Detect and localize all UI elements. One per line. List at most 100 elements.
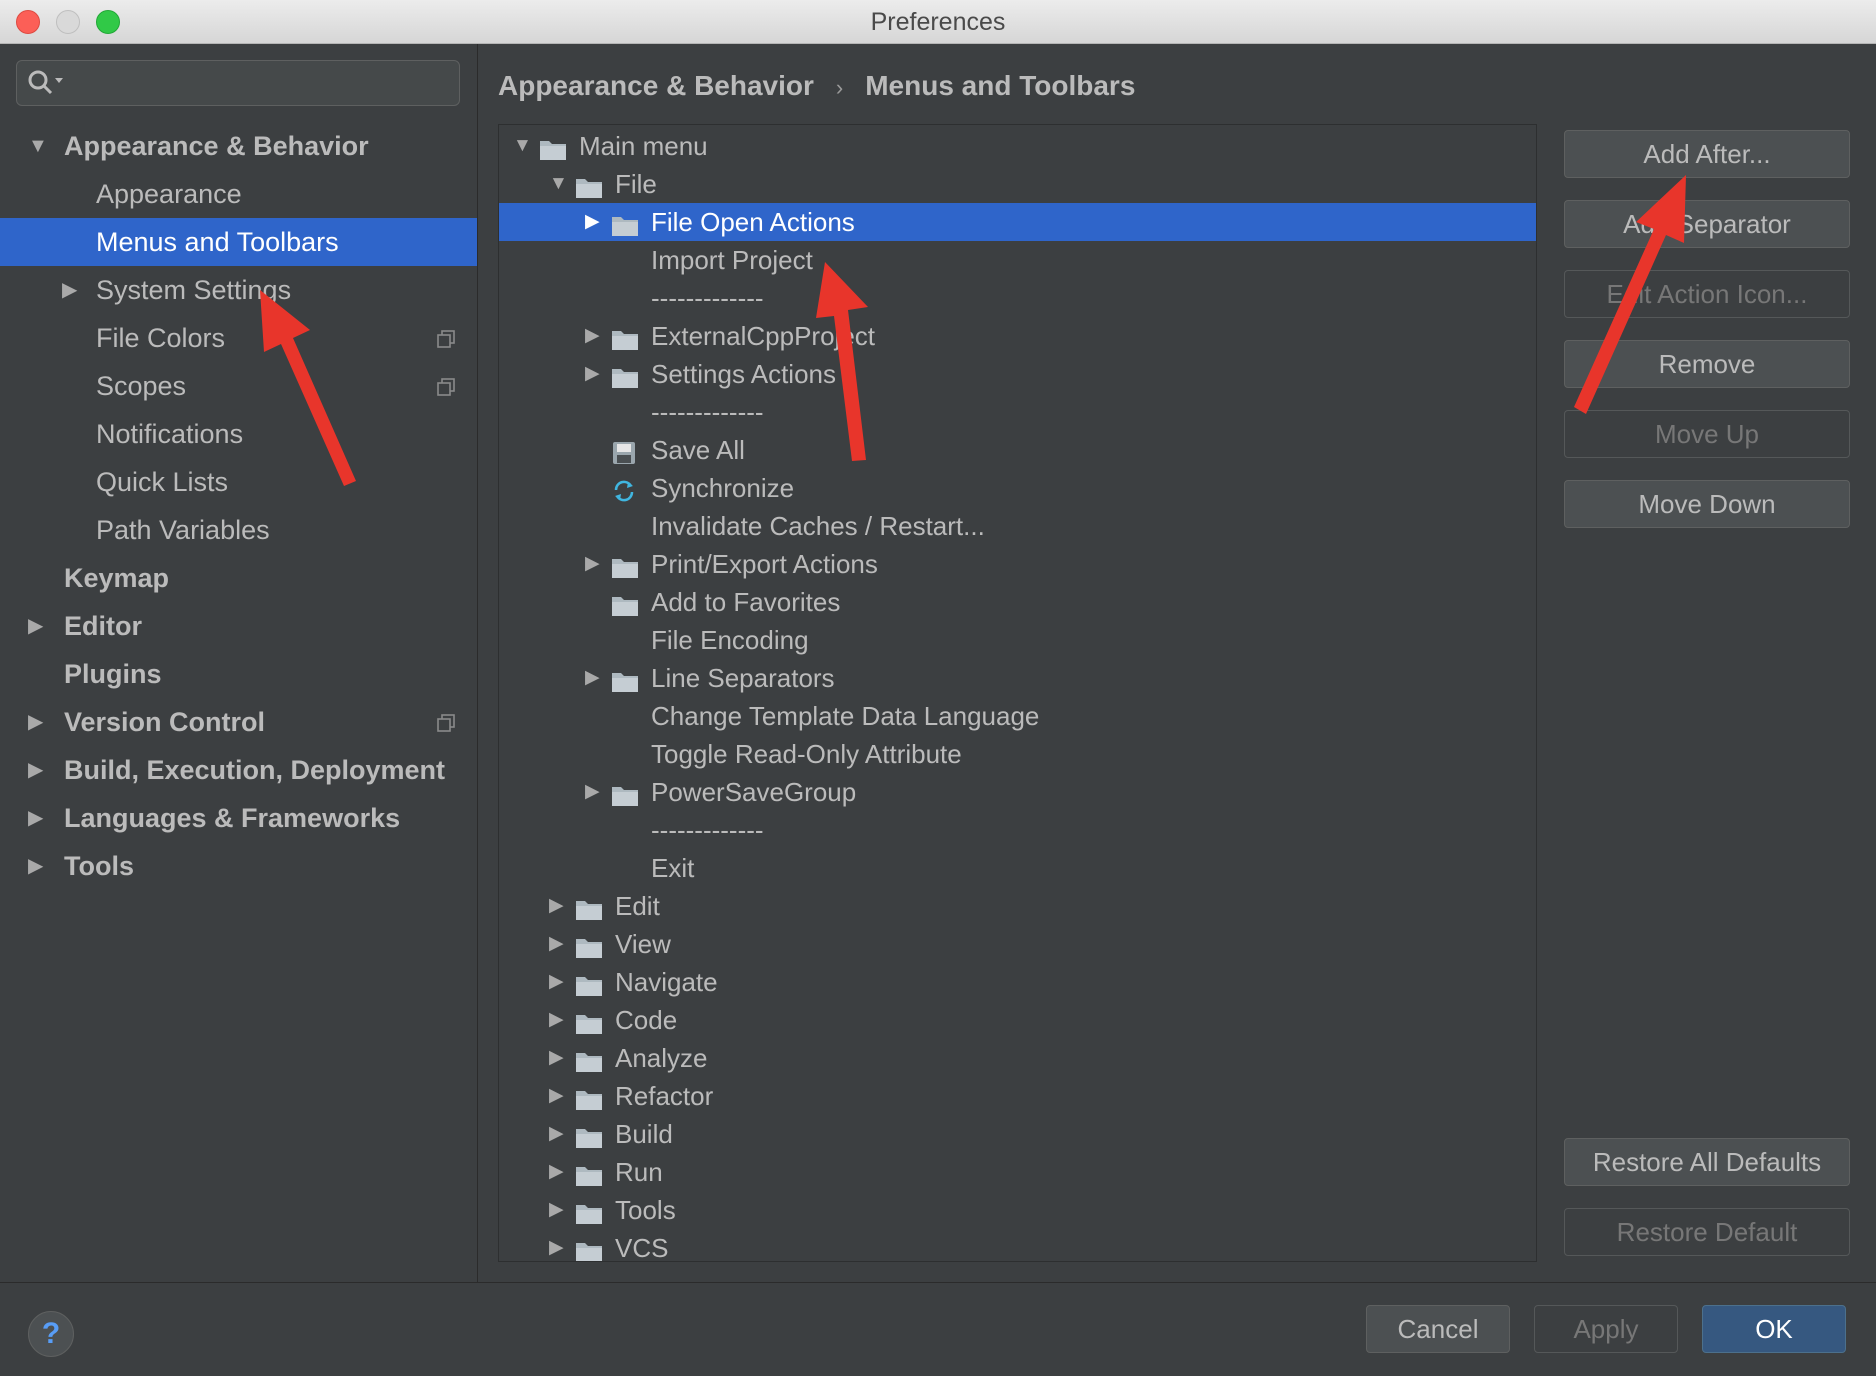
sidebar-item-build-execution-deployment[interactable]: ▶ Build, Execution, Deployment — [0, 746, 477, 794]
chevron-right-icon[interactable]: ▶ — [549, 887, 571, 925]
chevron-down-icon[interactable]: ▼ — [28, 122, 48, 170]
settings-search[interactable] — [16, 60, 460, 106]
chevron-right-icon[interactable]: ▶ — [585, 659, 607, 697]
tree-row-change-template-data-language[interactable]: Change Template Data Language — [499, 697, 1536, 735]
sidebar-item-path-variables[interactable]: Path Variables — [0, 506, 477, 554]
tree-row-tools[interactable]: ▶ Tools — [499, 1191, 1536, 1229]
search-input[interactable] — [77, 67, 451, 101]
sidebar-item-file-colors[interactable]: File Colors — [0, 314, 477, 362]
chevron-right-icon[interactable]: ▶ — [62, 266, 82, 314]
chevron-right-icon[interactable]: ▶ — [28, 602, 48, 650]
tree-row-save-all[interactable]: Save All — [499, 431, 1536, 469]
tree-row-code[interactable]: ▶ Code — [499, 1001, 1536, 1039]
tree-row-label: File Open Actions — [651, 207, 855, 237]
tree-row-label: Analyze — [615, 1043, 708, 1073]
sidebar-item-notifications[interactable]: Notifications — [0, 410, 477, 458]
chevron-right-icon[interactable]: ▶ — [549, 1077, 571, 1115]
tree-row-import-project[interactable]: Import Project — [499, 241, 1536, 279]
sidebar-item-scopes[interactable]: Scopes — [0, 362, 477, 410]
tree-row-navigate[interactable]: ▶ Navigate — [499, 963, 1536, 1001]
chevron-right-icon[interactable]: ▶ — [549, 1191, 571, 1229]
tree-row-run[interactable]: ▶ Run — [499, 1153, 1536, 1191]
move-up-button[interactable]: Move Up — [1564, 410, 1850, 458]
chevron-right-icon[interactable]: ▶ — [28, 842, 48, 890]
tree-separator-row[interactable]: ------------- — [499, 811, 1536, 849]
dialog-footer: ? Cancel Apply OK — [0, 1282, 1876, 1376]
sidebar-item-quick-lists[interactable]: Quick Lists — [0, 458, 477, 506]
ok-button[interactable]: OK — [1702, 1305, 1846, 1353]
tree-row-file[interactable]: ▼ File — [499, 165, 1536, 203]
remove-button[interactable]: Remove — [1564, 340, 1850, 388]
breadcrumb-current: Menus and Toolbars — [865, 70, 1136, 101]
tree-row-settings-actions[interactable]: ▶ Settings Actions — [499, 355, 1536, 393]
cancel-button[interactable]: Cancel — [1366, 1305, 1510, 1353]
tree-row-exit[interactable]: Exit — [499, 849, 1536, 887]
tree-row-line-separators[interactable]: ▶ Line Separators — [499, 659, 1536, 697]
chevron-right-icon[interactable]: ▶ — [28, 794, 48, 842]
sidebar-item-tools[interactable]: ▶ Tools — [0, 842, 477, 890]
tree-row-print-export-actions[interactable]: ▶ Print/Export Actions — [499, 545, 1536, 583]
tree-row-analyze[interactable]: ▶ Analyze — [499, 1039, 1536, 1077]
chevron-right-icon[interactable]: ▶ — [585, 317, 607, 355]
tree-row-refactor[interactable]: ▶ Refactor — [499, 1077, 1536, 1115]
tree-row-powersavegroup[interactable]: ▶ PowerSaveGroup — [499, 773, 1536, 811]
tree-row-invalidate-caches-restart[interactable]: Invalidate Caches / Restart... — [499, 507, 1536, 545]
add-separator-button[interactable]: Add Separator — [1564, 200, 1850, 248]
edit-action-icon-button[interactable]: Edit Action Icon... — [1564, 270, 1850, 318]
sidebar-item-appearance[interactable]: Appearance — [0, 170, 477, 218]
tree-row-label: Synchronize — [651, 473, 795, 503]
chevron-right-icon[interactable]: ▶ — [549, 925, 571, 963]
chevron-right-icon[interactable]: ▶ — [549, 1153, 571, 1191]
restore-default-button[interactable]: Restore Default — [1564, 1208, 1850, 1256]
help-icon[interactable]: ? — [28, 1311, 74, 1357]
chevron-right-icon[interactable]: ▶ — [585, 773, 607, 811]
tree-row-label: Line Separators — [651, 663, 835, 693]
tree-row-toggle-read-only-attribute[interactable]: Toggle Read-Only Attribute — [499, 735, 1536, 773]
menu-actions-tree[interactable]: ▼ Main menu ▼ File ▶ File Open Actions Import … — [498, 124, 1537, 1262]
chevron-right-icon[interactable]: ▶ — [585, 203, 607, 241]
chevron-down-icon[interactable]: ▼ — [513, 127, 535, 165]
chevron-right-icon[interactable]: ▶ — [585, 355, 607, 393]
sidebar-item-keymap[interactable]: Keymap — [0, 554, 477, 602]
add-after-button[interactable]: Add After... — [1564, 130, 1850, 178]
tree-row-label: Print/Export Actions — [651, 549, 878, 579]
sidebar-item-system-settings[interactable]: ▶ System Settings — [0, 266, 477, 314]
tree-separator-row[interactable]: ------------- — [499, 393, 1536, 431]
chevron-right-icon[interactable]: ▶ — [549, 1115, 571, 1153]
tree-row-add-to-favorites[interactable]: Add to Favorites — [499, 583, 1536, 621]
chevron-right-icon[interactable]: ▶ — [28, 746, 48, 794]
tree-row-main-menu[interactable]: ▼ Main menu — [499, 127, 1536, 165]
tree-row-edit[interactable]: ▶ Edit — [499, 887, 1536, 925]
title-bar: Preferences — [0, 0, 1876, 44]
apply-button[interactable]: Apply — [1534, 1305, 1678, 1353]
chevron-right-icon[interactable]: ▶ — [549, 1039, 571, 1077]
chevron-right-icon[interactable]: ▶ — [28, 698, 48, 746]
sidebar-item-editor[interactable]: ▶ Editor — [0, 602, 477, 650]
chevron-right-icon[interactable]: ▶ — [549, 1001, 571, 1039]
chevron-right-icon[interactable]: ▶ — [549, 963, 571, 1001]
tree-row-label: Toggle Read-Only Attribute — [651, 739, 962, 769]
tree-row-label: Add to Favorites — [651, 587, 841, 617]
tree-row-synchronize[interactable]: Synchronize — [499, 469, 1536, 507]
sidebar-item-appearance-behavior[interactable]: ▼ Appearance & Behavior — [0, 122, 477, 170]
tree-row-file-encoding[interactable]: File Encoding — [499, 621, 1536, 659]
chevron-down-icon[interactable]: ▼ — [549, 165, 571, 203]
tree-row-file-open-actions[interactable]: ▶ File Open Actions — [499, 203, 1536, 241]
chevron-right-icon[interactable]: ▶ — [585, 545, 607, 583]
tree-row-view[interactable]: ▶ View — [499, 925, 1536, 963]
breadcrumb-parent[interactable]: Appearance & Behavior — [498, 70, 814, 101]
tree-separator-row[interactable]: ------------- — [499, 279, 1536, 317]
tree-row-externalcppproject[interactable]: ▶ ExternalCppProject — [499, 317, 1536, 355]
sidebar-item-version-control[interactable]: ▶ Version Control — [0, 698, 477, 746]
tree-row-label: Settings Actions — [651, 359, 836, 389]
tree-row-build[interactable]: ▶ Build — [499, 1115, 1536, 1153]
sidebar-item-menus-toolbars[interactable]: Menus and Toolbars — [0, 218, 477, 266]
move-down-button[interactable]: Move Down — [1564, 480, 1850, 528]
restore-all-defaults-button[interactable]: Restore All Defaults — [1564, 1138, 1850, 1186]
tree-row-vcs[interactable]: ▶ VCS — [499, 1229, 1536, 1261]
sidebar-item-languages-frameworks[interactable]: ▶ Languages & Frameworks — [0, 794, 477, 842]
chevron-right-icon[interactable]: ▶ — [549, 1229, 571, 1261]
tree-row-label: Import Project — [651, 245, 813, 275]
sidebar-item-plugins[interactable]: Plugins — [0, 650, 477, 698]
folder-icon — [575, 1236, 603, 1261]
